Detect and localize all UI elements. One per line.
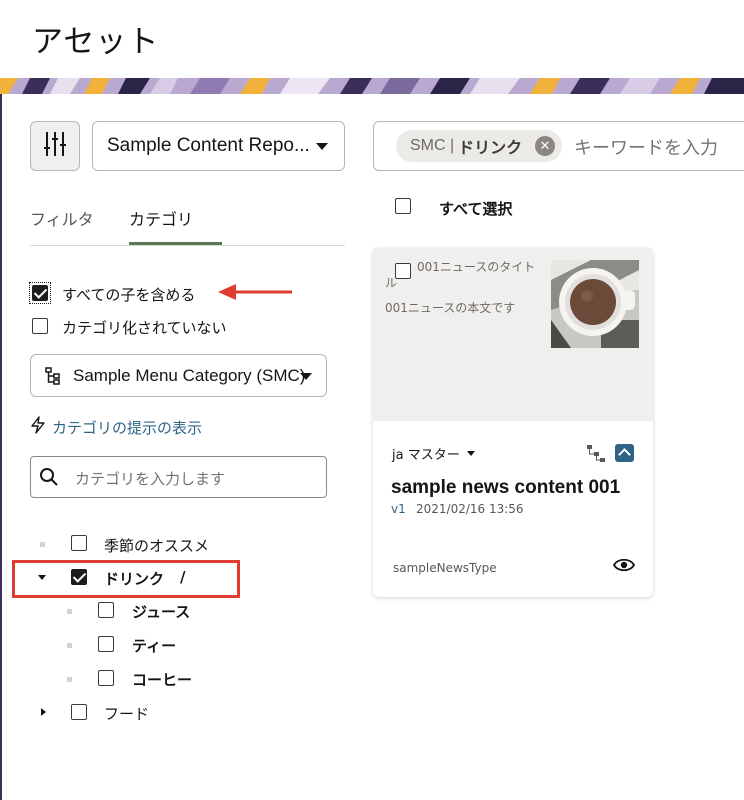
include-children-label: すべての子を含める	[62, 286, 196, 304]
tree-checkbox-seasonal[interactable]	[71, 535, 87, 551]
page-title: アセット	[32, 24, 160, 60]
close-circle-icon[interactable]: ✕	[535, 136, 555, 156]
tree-item-drink-selected-marker: /	[180, 568, 186, 586]
chevron-up-icon[interactable]	[615, 444, 634, 462]
chevron-down-icon	[300, 373, 312, 380]
window-edge	[0, 0, 2, 800]
card-version[interactable]: v1	[391, 502, 406, 516]
caret-right-icon[interactable]	[41, 708, 46, 716]
tree-item-drink[interactable]: ドリンク	[104, 568, 164, 589]
hierarchy-icon	[45, 367, 63, 390]
tree-item-food[interactable]: フード	[104, 703, 149, 724]
card-thumbnail-image	[551, 260, 639, 348]
tree-leaf-marker	[67, 609, 72, 614]
card-title[interactable]: sample news content 001	[391, 477, 620, 499]
card-preview-body: 001ニュースの本文です	[385, 301, 516, 315]
hierarchy-icon[interactable]	[586, 444, 606, 468]
lightning-icon	[30, 416, 46, 438]
include-children-checkbox[interactable]	[32, 285, 48, 301]
category-tree-select[interactable]: Sample Menu Category (SMC)	[30, 354, 327, 397]
tab-category[interactable]: カテゴリ	[129, 206, 193, 230]
tree-checkbox-tea[interactable]	[98, 636, 114, 652]
chip-prefix: SMC |	[410, 137, 455, 154]
tree-checkbox-drink[interactable]	[71, 569, 87, 585]
chevron-down-icon	[316, 143, 328, 150]
tree-checkbox-coffee[interactable]	[98, 670, 114, 686]
card-date: 2021/02/16 13:56	[416, 502, 524, 516]
tree-item-coffee[interactable]: コーヒー	[132, 669, 192, 690]
category-filter-chip: SMC | ドリンク ✕	[396, 130, 562, 162]
repository-select[interactable]: Sample Content Repo...	[92, 121, 345, 171]
chip-value: ドリンク	[458, 140, 523, 157]
category-suggestions-link[interactable]: カテゴリの提示の表示	[30, 416, 202, 438]
caret-down-icon[interactable]	[38, 575, 46, 580]
category-tree-select-value: Sample Menu Category (SMC)	[73, 365, 306, 385]
category-search-placeholder: カテゴリを入力します	[75, 470, 226, 488]
uncategorized-label: カテゴリ化されていない	[62, 319, 227, 337]
category-suggestions-label: カテゴリの提示の表示	[52, 418, 203, 437]
sliders-icon	[43, 131, 67, 161]
active-tab-indicator	[129, 242, 222, 245]
filter-panel-toggle-button[interactable]	[30, 121, 80, 171]
tree-leaf-marker	[67, 677, 72, 682]
keyword-search-bar[interactable]: SMC | ドリンク ✕ キーワードを入力	[373, 121, 744, 171]
tab-filter[interactable]: フィルタ	[30, 206, 94, 230]
card-type: sampleNewsType	[393, 561, 497, 575]
tree-leaf-marker	[67, 643, 72, 648]
card-preview-title: 001ニュースのタイトル	[385, 260, 536, 290]
page-header: アセット	[0, 0, 744, 80]
card-preview: 001ニュースのタイトル 001ニュースの本文です	[373, 248, 653, 421]
caret-down-icon[interactable]	[467, 451, 475, 456]
uncategorized-checkbox[interactable]	[32, 318, 48, 334]
select-all-checkbox[interactable]	[395, 198, 411, 214]
select-all-label: すべて選択	[439, 200, 513, 218]
tree-leaf-marker	[40, 542, 45, 547]
repository-select-value: Sample Content Repo...	[107, 135, 310, 156]
tree-item-tea[interactable]: ティー	[132, 635, 176, 656]
tree-checkbox-juice[interactable]	[98, 602, 114, 618]
filter-tabs: フィルタ カテゴリ	[30, 202, 345, 246]
search-icon	[39, 467, 59, 491]
annotation-arrow-icon	[218, 284, 292, 300]
eye-icon[interactable]	[612, 557, 636, 577]
tree-item-juice[interactable]: ジュース	[132, 601, 190, 622]
header-banner	[0, 78, 744, 94]
tree-checkbox-food[interactable]	[71, 704, 87, 720]
category-search-input[interactable]: カテゴリを入力します	[30, 456, 327, 498]
tree-item-seasonal[interactable]: 季節のオススメ	[104, 535, 209, 556]
keyword-search-input[interactable]: キーワードを入力	[574, 134, 718, 160]
language-select[interactable]: ja マスター	[392, 444, 460, 463]
asset-card[interactable]: 001ニュースのタイトル 001ニュースの本文です ja マスター sample…	[373, 248, 653, 597]
